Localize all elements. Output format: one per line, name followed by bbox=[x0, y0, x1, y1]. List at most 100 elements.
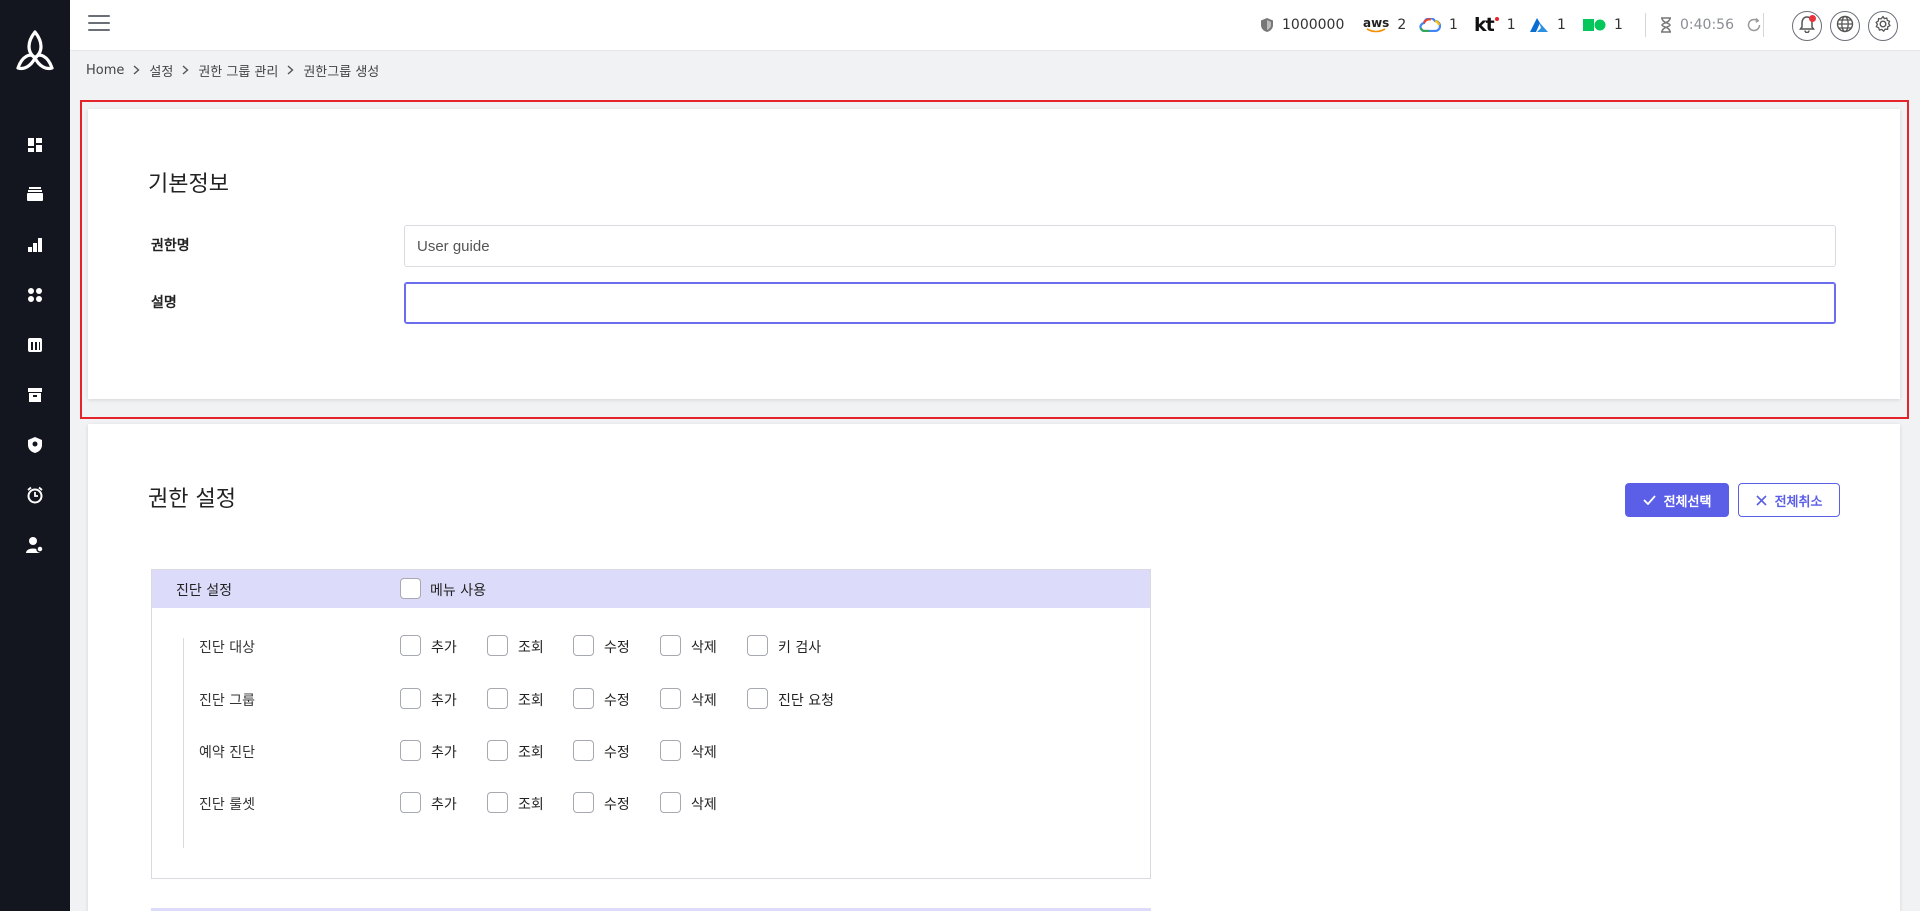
kt-label: kt bbox=[1474, 14, 1495, 36]
description-input[interactable] bbox=[404, 282, 1836, 324]
kt-icon: kt bbox=[1474, 14, 1499, 36]
permission-checkbox[interactable] bbox=[400, 635, 421, 656]
permission-row-label: 진단 룰셋 bbox=[199, 797, 255, 813]
permission-action-label: 수정 bbox=[604, 797, 630, 813]
permission-name-input[interactable] bbox=[404, 225, 1836, 267]
permission-action-label: 수정 bbox=[604, 693, 630, 709]
breadcrumb-current: 권한그룹 생성 bbox=[303, 65, 380, 80]
name-label: 권한명 bbox=[151, 238, 190, 254]
sidebar bbox=[0, 0, 70, 911]
permission-checkbox[interactable] bbox=[573, 792, 594, 813]
globe-icon bbox=[1836, 15, 1854, 37]
aws-counter[interactable]: aws 2 bbox=[1363, 14, 1406, 36]
notification-dot bbox=[1809, 15, 1816, 22]
breadcrumb-permission-group[interactable]: 권한 그룹 관리 bbox=[198, 61, 278, 80]
ncloud-count: 1 bbox=[1614, 17, 1623, 33]
dashboard-icon[interactable] bbox=[25, 135, 45, 155]
permission-action-label: 조회 bbox=[518, 640, 544, 656]
menu-toggle-icon[interactable] bbox=[88, 15, 110, 35]
select-all-button[interactable]: 전체선택 bbox=[1625, 483, 1729, 517]
language-button[interactable] bbox=[1830, 11, 1860, 41]
permission-checkbox[interactable] bbox=[660, 688, 681, 709]
session-timer: 0:40:56 bbox=[1660, 14, 1762, 36]
breadcrumb-settings[interactable]: 설정 bbox=[149, 61, 173, 80]
topbar-divider bbox=[1763, 13, 1764, 37]
logo-icon[interactable] bbox=[12, 28, 58, 74]
permission-action-label: 조회 bbox=[518, 797, 544, 813]
permission-checkbox[interactable] bbox=[573, 688, 594, 709]
permission-action-label: 조회 bbox=[518, 745, 544, 761]
permission-action-label: 추가 bbox=[431, 797, 457, 813]
permission-action-label: 삭제 bbox=[691, 640, 717, 656]
close-icon bbox=[1756, 494, 1767, 506]
cancel-all-label: 전체취소 bbox=[1774, 494, 1823, 510]
gear-icon bbox=[1874, 15, 1892, 37]
permission-action-label: 조회 bbox=[518, 693, 544, 709]
check-icon bbox=[1642, 495, 1656, 505]
permission-group-table: 진단 설정 메뉴 사용 진단 대상 추가 조회 수정 삭제 키 검사 진단 그룹 추가 조회 수정… bbox=[151, 569, 1151, 879]
permission-action-label: 진단 요청 bbox=[778, 693, 834, 709]
chevron-right-icon bbox=[133, 64, 140, 78]
permission-checkbox[interactable] bbox=[660, 792, 681, 813]
permission-checkbox[interactable] bbox=[400, 688, 421, 709]
permission-row-label: 진단 그룹 bbox=[199, 693, 255, 709]
hourglass-icon bbox=[1660, 17, 1672, 33]
cancel-all-button[interactable]: 전체취소 bbox=[1738, 483, 1840, 517]
permission-checkbox[interactable] bbox=[573, 635, 594, 656]
layers-icon[interactable] bbox=[25, 184, 45, 204]
permission-settings-title: 권한 설정 bbox=[148, 487, 236, 512]
permission-checkbox[interactable] bbox=[487, 635, 508, 656]
basic-info-card: 기본정보 권한명 설명 bbox=[88, 109, 1900, 399]
chevron-right-icon bbox=[287, 64, 294, 78]
topbar-divider bbox=[1645, 13, 1646, 37]
permission-checkbox[interactable] bbox=[400, 792, 421, 813]
description-label: 설명 bbox=[151, 295, 177, 311]
azure-counter[interactable]: 1 bbox=[1529, 14, 1566, 36]
user-settings-icon[interactable] bbox=[25, 535, 45, 555]
gcp-counter[interactable]: 1 bbox=[1419, 14, 1458, 36]
archive-icon[interactable] bbox=[25, 385, 45, 405]
shield-count: 1000000 bbox=[1282, 17, 1345, 33]
menu-use-label: 메뉴 사용 bbox=[430, 583, 486, 599]
azure-icon bbox=[1529, 17, 1549, 33]
permission-action-label: 키 검사 bbox=[778, 640, 822, 656]
permission-row-label: 예약 진단 bbox=[199, 745, 255, 761]
chevron-right-icon bbox=[182, 64, 189, 78]
permission-checkbox[interactable] bbox=[747, 635, 768, 656]
permission-checkbox[interactable] bbox=[400, 740, 421, 761]
permission-checkbox[interactable] bbox=[487, 688, 508, 709]
aws-label: aws bbox=[1363, 15, 1390, 30]
permission-checkbox[interactable] bbox=[487, 792, 508, 813]
bar-chart-icon[interactable] bbox=[25, 235, 45, 255]
breadcrumb-home[interactable]: Home bbox=[86, 63, 124, 78]
ncloud-counter[interactable]: 1 bbox=[1582, 14, 1623, 36]
select-all-label: 전체선택 bbox=[1663, 494, 1712, 510]
permission-checkbox[interactable] bbox=[747, 688, 768, 709]
menu-use-checkbox[interactable] bbox=[400, 578, 421, 599]
permission-checkbox[interactable] bbox=[573, 740, 594, 761]
permission-checkbox[interactable] bbox=[660, 740, 681, 761]
aws-icon: aws bbox=[1363, 15, 1390, 33]
google-cloud-icon bbox=[1419, 18, 1441, 32]
permission-action-label: 수정 bbox=[604, 745, 630, 761]
kt-count: 1 bbox=[1506, 17, 1516, 33]
kt-counter[interactable]: kt 1 bbox=[1474, 14, 1516, 36]
permission-action-label: 추가 bbox=[431, 693, 457, 709]
permission-action-label: 삭제 bbox=[691, 745, 717, 761]
settings-button[interactable] bbox=[1868, 11, 1898, 41]
notification-button[interactable] bbox=[1792, 11, 1822, 41]
permission-checkbox[interactable] bbox=[487, 740, 508, 761]
security-shield-icon[interactable] bbox=[25, 435, 45, 455]
permission-checkbox[interactable] bbox=[660, 635, 681, 656]
refresh-icon[interactable] bbox=[1746, 17, 1762, 33]
table-icon[interactable] bbox=[25, 335, 45, 355]
permission-action-label: 수정 bbox=[604, 640, 630, 656]
tree-line bbox=[183, 638, 184, 848]
permission-action-label: 삭제 bbox=[691, 797, 717, 813]
permission-action-label: 추가 bbox=[431, 640, 457, 656]
aws-count: 2 bbox=[1397, 17, 1407, 33]
naver-cloud-icon bbox=[1582, 18, 1606, 32]
alarm-clock-icon[interactable] bbox=[25, 485, 45, 505]
network-icon[interactable] bbox=[25, 285, 45, 305]
shield-counter: 1000000 bbox=[1260, 14, 1344, 36]
